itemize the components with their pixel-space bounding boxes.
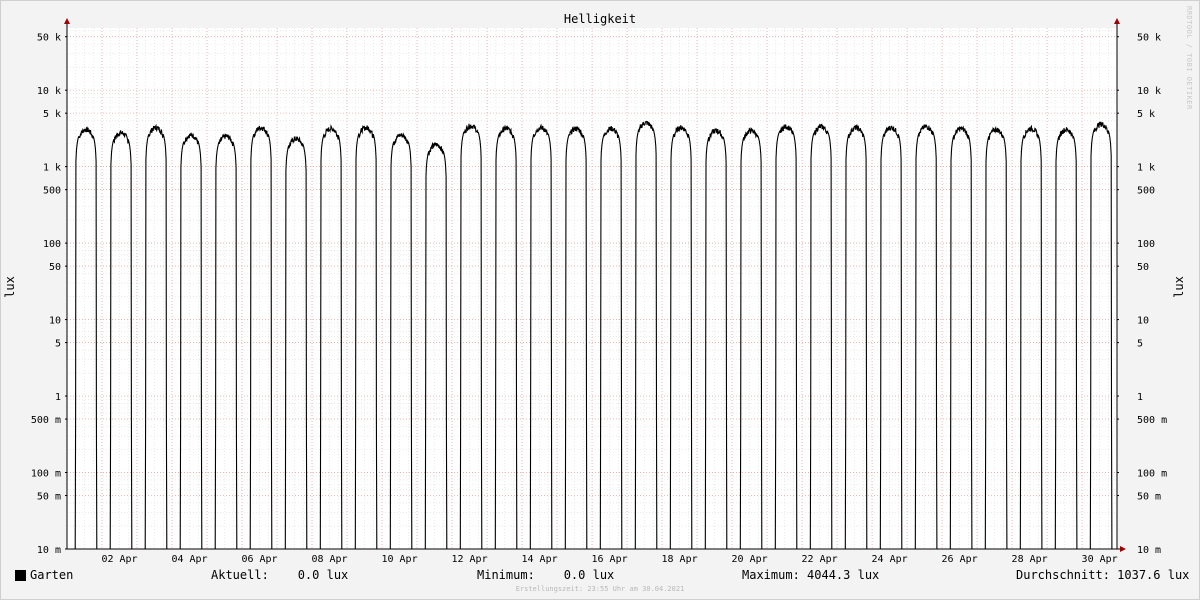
legend-current: Aktuell: 0.0 lux <box>211 568 349 582</box>
y-tick-label-right: 100 <box>1137 239 1155 250</box>
x-tick-label: 06 Apr <box>241 554 277 565</box>
y-tick-label-right: 500 <box>1137 186 1155 197</box>
x-tick-label: 12 Apr <box>451 554 487 565</box>
legend-series-name: Garten <box>30 568 74 582</box>
x-tick-label: 24 Apr <box>872 554 908 565</box>
y-tick-label-right: 10 k <box>1137 86 1161 97</box>
y-tick-label-right: 50 <box>1137 262 1149 273</box>
y-tick-label-left: 10 <box>49 316 61 327</box>
x-tick-label: 10 Apr <box>381 554 417 565</box>
creation-time-note: Erstellungszeit: 23:55 Uhr am 30.04.2021 <box>515 585 685 593</box>
x-tick-label: 28 Apr <box>1012 554 1048 565</box>
x-axis-arrow <box>1120 546 1126 552</box>
y-tick-label-left: 1 k <box>43 163 61 174</box>
y-axis-label-left: lux <box>3 276 17 298</box>
y-tick-label-left: 1 <box>55 392 61 403</box>
y-axis-arrow-right <box>1114 18 1120 24</box>
x-tick-labels: 02 Apr 04 Apr 06 Apr 08 Apr 10 Apr 12 Apr 14 A… <box>101 554 1117 565</box>
y-tick-label-right: 1 <box>1137 392 1143 403</box>
x-tick-label: 04 Apr <box>171 554 207 565</box>
y-tick-label-left: 500 m <box>31 415 61 426</box>
y-axis-arrow-left <box>64 18 70 24</box>
y-tick-label-left: 5 k <box>43 109 61 120</box>
x-tick-label: 26 Apr <box>942 554 978 565</box>
y-tick-label-right: 5 <box>1137 339 1143 350</box>
y-tick-label-right: 100 m <box>1137 469 1167 480</box>
y-tick-label-right: 50 k <box>1137 33 1161 44</box>
legend-swatch <box>15 570 26 581</box>
y-tick-label-left: 500 <box>43 186 61 197</box>
y-tick-label-left: 100 m <box>31 469 61 480</box>
y-tick-label-left: 100 <box>43 239 61 250</box>
legend-maximum: Maximum: 4044.3 lux <box>742 568 880 582</box>
x-tick-label: 30 Apr <box>1082 554 1118 565</box>
y-tick-label-left: 50 k <box>37 33 61 44</box>
x-tick-label: 16 Apr <box>592 554 628 565</box>
y-tick-label-right: 10 <box>1137 316 1149 327</box>
x-tick-label: 20 Apr <box>732 554 768 565</box>
y-tick-label-right: 5 k <box>1137 109 1155 120</box>
y-tick-label-left: 50 m <box>37 492 61 503</box>
y-tick-label-left: 50 <box>49 262 61 273</box>
y-tick-label-right: 10 m <box>1137 545 1161 556</box>
y-tick-label-left: 10 m <box>37 545 61 556</box>
y-tick-label-right: 500 m <box>1137 415 1167 426</box>
chart-title: Helligkeit <box>564 12 636 26</box>
y-tick-label-right: 50 m <box>1137 492 1161 503</box>
y-tick-label-left: 10 k <box>37 86 61 97</box>
y-tick-label-right: 1 k <box>1137 163 1155 174</box>
legend-minimum: Minimum: 0.0 lux <box>477 568 615 582</box>
x-tick-label: 22 Apr <box>802 554 838 565</box>
y-tick-label-left: 5 <box>55 339 61 350</box>
brightness-chart: 50 k 50 k10 k 10 k5 k5 k1 k1 k500 500100 100… <box>3 12 1186 565</box>
rrdtool-watermark: RRDTOOL / TOBI OETIKER <box>1185 6 1193 110</box>
x-tick-label: 02 Apr <box>101 554 137 565</box>
y-axis-label-right: lux <box>1172 276 1186 298</box>
legend-average: Durchschnitt: 1037.6 lux <box>1016 568 1190 582</box>
x-tick-label: 14 Apr <box>521 554 557 565</box>
x-tick-label: 08 Apr <box>311 554 347 565</box>
x-tick-label: 18 Apr <box>662 554 698 565</box>
